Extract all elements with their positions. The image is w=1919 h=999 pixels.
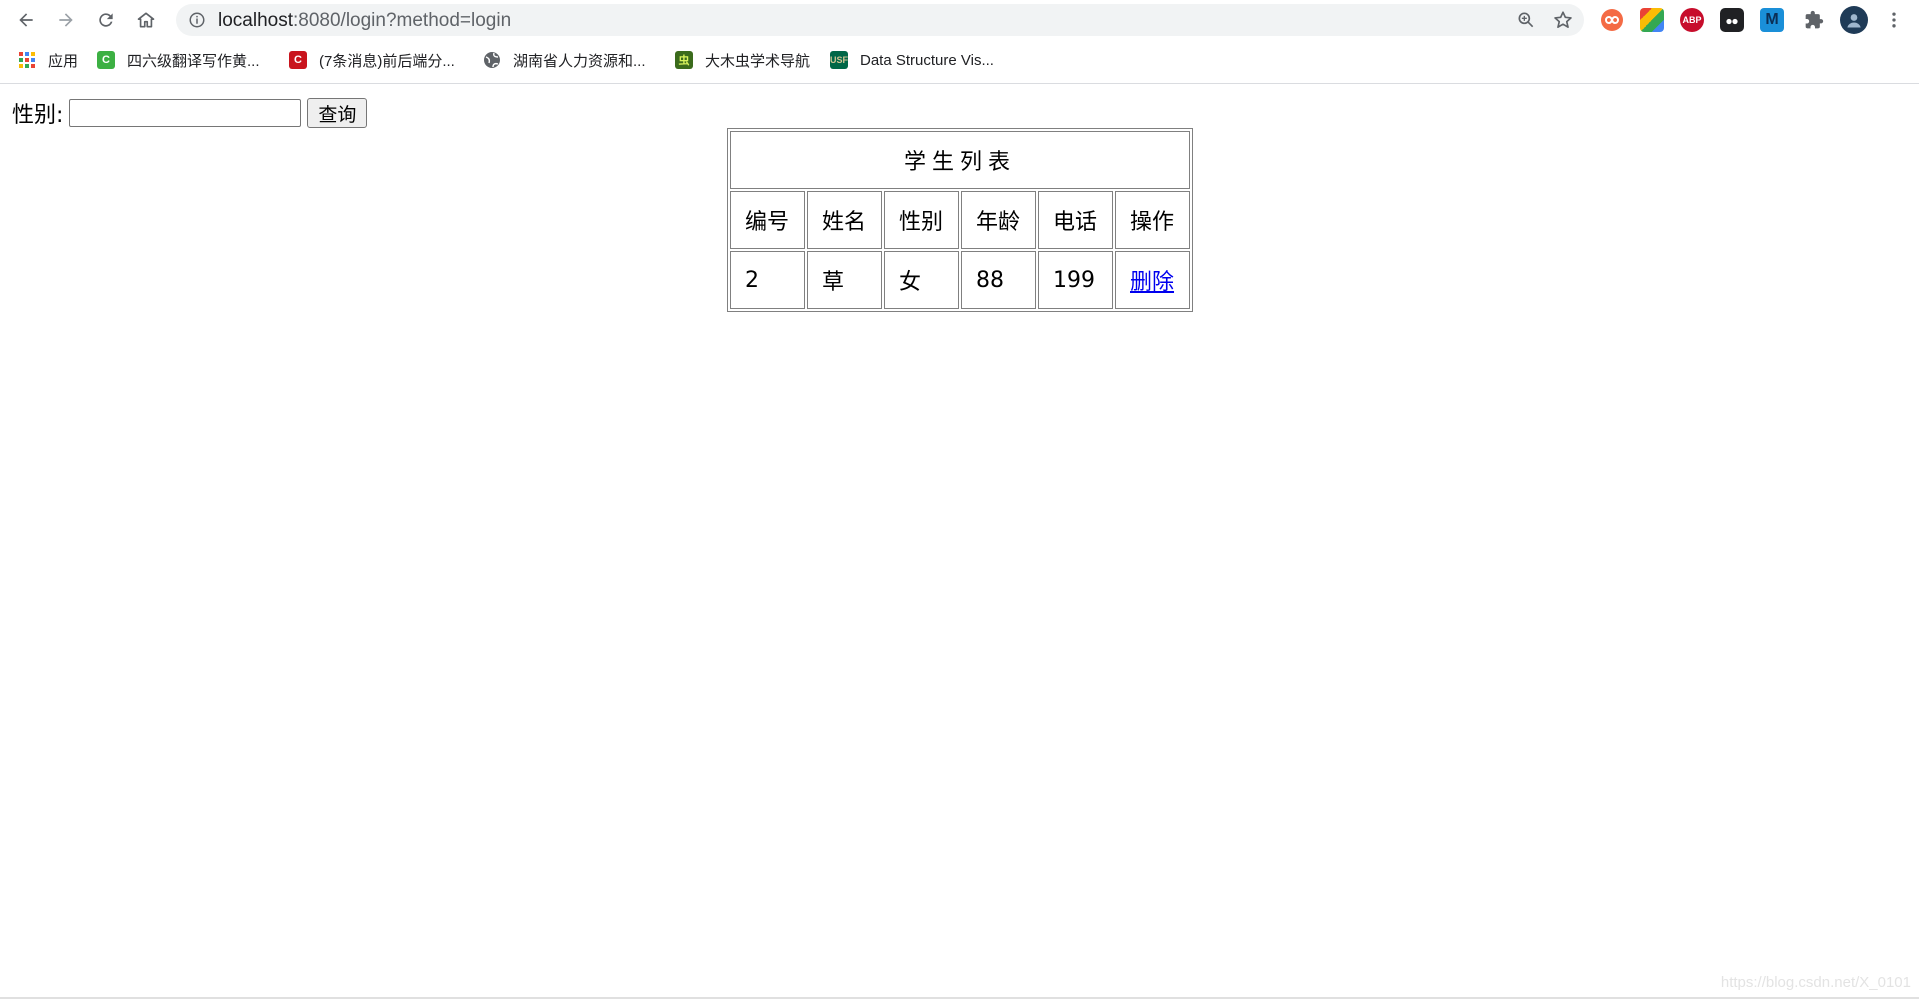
globe-icon: [484, 52, 500, 68]
delete-link[interactable]: 删除: [1130, 270, 1174, 295]
avatar-icon: [1847, 14, 1861, 28]
bookmark-cet-translation[interactable]: C 四六级翻译写作黄...: [97, 49, 260, 71]
bookmark-star-icon[interactable]: [1552, 9, 1574, 31]
column-header-gender: 性别: [884, 191, 959, 249]
query-button[interactable]: 查询: [307, 98, 368, 128]
bookmarks-bar: 应用 C 四六级翻译写作黄... C (7条消息)前后端分... 湖南省人力资源…: [0, 44, 1919, 76]
forward-button[interactable]: [52, 6, 80, 34]
table-title: 学生列表: [730, 131, 1190, 189]
more-vertical-icon: [1892, 12, 1896, 28]
extensions-button[interactable]: [1800, 6, 1828, 34]
page-content: 性别: 查询 学生列表 编号 姓名 性别 年龄 电话 操作 2 草 女 88 1…: [0, 85, 1919, 999]
info-icon[interactable]: [188, 11, 206, 29]
apps-grid-icon: [19, 52, 35, 68]
usf-icon: USF: [830, 51, 848, 69]
browser-toolbar: localhost:8080/login?method=login ABP M: [0, 0, 1919, 40]
bookmark-label: (7条消息)前后端分...: [319, 52, 455, 70]
infinity-extension-icon[interactable]: [1600, 8, 1624, 32]
column-header-phone: 电话: [1038, 191, 1113, 249]
puzzle-icon: [1805, 10, 1824, 29]
csdn-icon: C: [289, 51, 307, 69]
watermark: https://blog.csdn.net/X_0101: [1720, 974, 1911, 991]
green-c-icon: C: [97, 51, 115, 69]
bookmark-apps[interactable]: 应用: [18, 49, 78, 71]
reload-icon: [99, 13, 113, 27]
url-path: :8080/login?method=login: [293, 10, 512, 31]
adblock-plus-icon[interactable]: ABP: [1680, 8, 1704, 32]
bookmark-label: Data Structure Vis...: [860, 51, 994, 69]
url-host: localhost: [218, 10, 293, 31]
bookmark-damuchong[interactable]: 虫 大木虫学术导航: [675, 49, 810, 71]
cell-phone: 199: [1038, 251, 1113, 309]
tampermonkey-icon[interactable]: [1720, 8, 1744, 32]
damuchong-icon: 虫: [675, 51, 693, 69]
bookmark-data-structure-vis[interactable]: USF Data Structure Vis...: [830, 49, 994, 71]
table-header-row: 编号 姓名 性别 年龄 电话 操作: [730, 191, 1190, 249]
bookmark-label: 应用: [48, 52, 79, 70]
table-caption-row: 学生列表: [730, 131, 1190, 189]
arrow-right-icon: [59, 13, 73, 27]
profile-avatar[interactable]: [1840, 6, 1868, 34]
student-table: 学生列表 编号 姓名 性别 年龄 电话 操作 2 草 女 88 199 删除: [727, 128, 1193, 312]
gender-label: 性别:: [12, 103, 64, 128]
cell-gender: 女: [884, 251, 959, 309]
url-text[interactable]: localhost:8080/login?method=login: [218, 10, 511, 32]
arrow-left-icon: [19, 13, 33, 27]
bookmark-label: 湖南省人力资源和...: [513, 52, 646, 70]
table-row: 2 草 女 88 199 删除: [730, 251, 1190, 309]
cell-id: 2: [730, 251, 805, 309]
column-header-name: 姓名: [807, 191, 882, 249]
home-button[interactable]: [132, 6, 160, 34]
column-header-action: 操作: [1115, 191, 1190, 249]
reload-button[interactable]: [92, 6, 120, 34]
cell-name: 草: [807, 251, 882, 309]
zoom-icon[interactable]: [1516, 10, 1536, 30]
bookmark-hunan-hr[interactable]: 湖南省人力资源和...: [483, 49, 646, 71]
browser-menu-button[interactable]: [1880, 6, 1908, 34]
bookmark-label: 大木虫学术导航: [705, 52, 811, 70]
m-extension-icon[interactable]: M: [1760, 8, 1784, 32]
gender-query-form: 性别: 查询: [12, 97, 368, 129]
cell-action: 删除: [1115, 251, 1190, 309]
gender-input[interactable]: [69, 99, 302, 127]
browser-chrome: localhost:8080/login?method=login ABP M: [0, 0, 1919, 84]
bookmark-csdn[interactable]: C (7条消息)前后端分...: [289, 49, 455, 71]
colorful-extension-icon[interactable]: [1640, 8, 1664, 32]
bookmark-label: 四六级翻译写作黄...: [127, 52, 260, 70]
back-button[interactable]: [12, 6, 40, 34]
cell-age: 88: [961, 251, 1036, 309]
column-header-id: 编号: [730, 191, 805, 249]
home-icon: [137, 12, 155, 28]
column-header-age: 年龄: [961, 191, 1036, 249]
address-bar[interactable]: localhost:8080/login?method=login: [176, 4, 1584, 36]
